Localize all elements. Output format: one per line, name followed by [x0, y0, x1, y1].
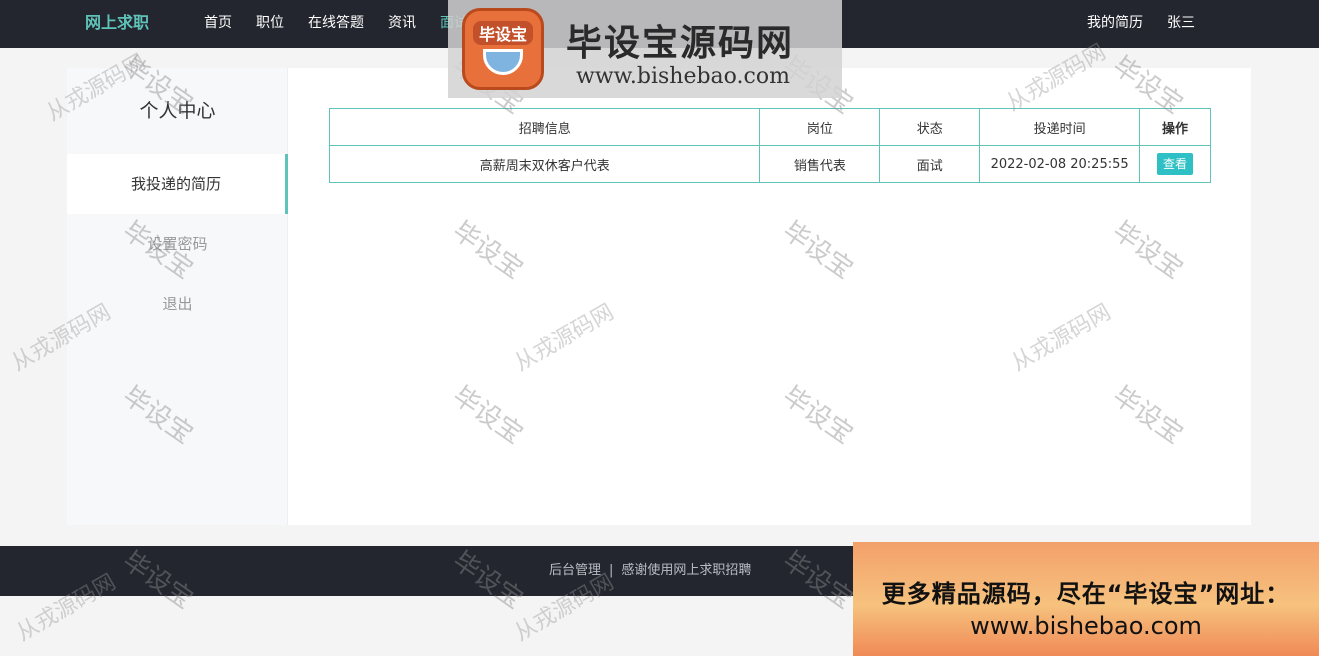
main-panel: 招聘信息 岗位 状态 投递时间 操作 高薪周末双休客户代表 销售代表 面试 20…: [328, 108, 1211, 183]
table-header-row: 招聘信息 岗位 状态 投递时间 操作: [328, 108, 1211, 146]
column-header-apply-time: 投递时间: [979, 108, 1141, 146]
user-nav: 我的简历 张三: [1075, 0, 1207, 48]
mascot-logo-icon: 毕设宝: [462, 8, 544, 90]
logo-url: www.bishebao.com: [576, 64, 790, 89]
column-header-action: 操作: [1139, 108, 1211, 146]
sidebar: 个人中心 我投递的简历 设置密码 退出: [67, 68, 288, 525]
nav-jobs[interactable]: 职位: [244, 0, 296, 48]
nav-username[interactable]: 张三: [1155, 0, 1207, 48]
mascot-face-icon: [483, 49, 523, 75]
sidebar-title: 个人中心: [139, 100, 216, 122]
promo-text: 更多精品源码，尽在“毕设宝”网址：: [881, 580, 1291, 608]
sidebar-item-my-applications[interactable]: 我投递的简历: [67, 154, 288, 214]
content-card: 个人中心 我投递的简历 设置密码 退出 招聘信息 岗位 状态 投递时间 操作 高…: [67, 68, 1251, 525]
footer-thanks-text: 感谢使用网上求职招聘: [621, 563, 752, 578]
column-header-position: 岗位: [759, 108, 881, 146]
nav-my-resume[interactable]: 我的简历: [1075, 0, 1155, 48]
nav-home[interactable]: 首页: [192, 0, 244, 48]
sidebar-item-set-password[interactable]: 设置密码: [67, 214, 288, 274]
cell-action: 查看: [1139, 145, 1211, 183]
promo-url: www.bishebao.com: [970, 612, 1202, 640]
nav-news[interactable]: 资讯: [376, 0, 428, 48]
cell-position: 销售代表: [759, 145, 881, 183]
cell-apply-time: 2022-02-08 20:25:55: [979, 145, 1141, 183]
footer-links: 后台管理 | 感谢使用网上求职招聘: [549, 546, 751, 596]
nav-online-quiz[interactable]: 在线答题: [296, 0, 376, 48]
column-header-job-info: 招聘信息: [328, 108, 761, 146]
sidebar-item-logout[interactable]: 退出: [67, 274, 288, 334]
table-row: 高薪周末双休客户代表 销售代表 面试 2022-02-08 20:25:55 查…: [328, 145, 1211, 183]
site-logo-banner: 毕设宝 毕设宝源码网 www.bishebao.com: [448, 0, 842, 98]
logo-title: 毕设宝源码网: [566, 23, 795, 64]
column-header-status: 状态: [879, 108, 981, 146]
footer-admin-link[interactable]: 后台管理: [549, 563, 601, 578]
cell-job-info: 高薪周末双休客户代表: [328, 145, 761, 183]
footer-separator: |: [609, 563, 614, 578]
view-button[interactable]: 查看: [1157, 153, 1194, 175]
logo-badge-text: 毕设宝: [473, 21, 533, 45]
cell-status: 面试: [879, 145, 981, 183]
applications-table: 招聘信息 岗位 状态 投递时间 操作 高薪周末双休客户代表 销售代表 面试 20…: [328, 108, 1211, 183]
brand-logo[interactable]: 网上求职: [85, 0, 149, 48]
promo-banner: 更多精品源码，尽在“毕设宝”网址： www.bishebao.com: [853, 542, 1319, 656]
